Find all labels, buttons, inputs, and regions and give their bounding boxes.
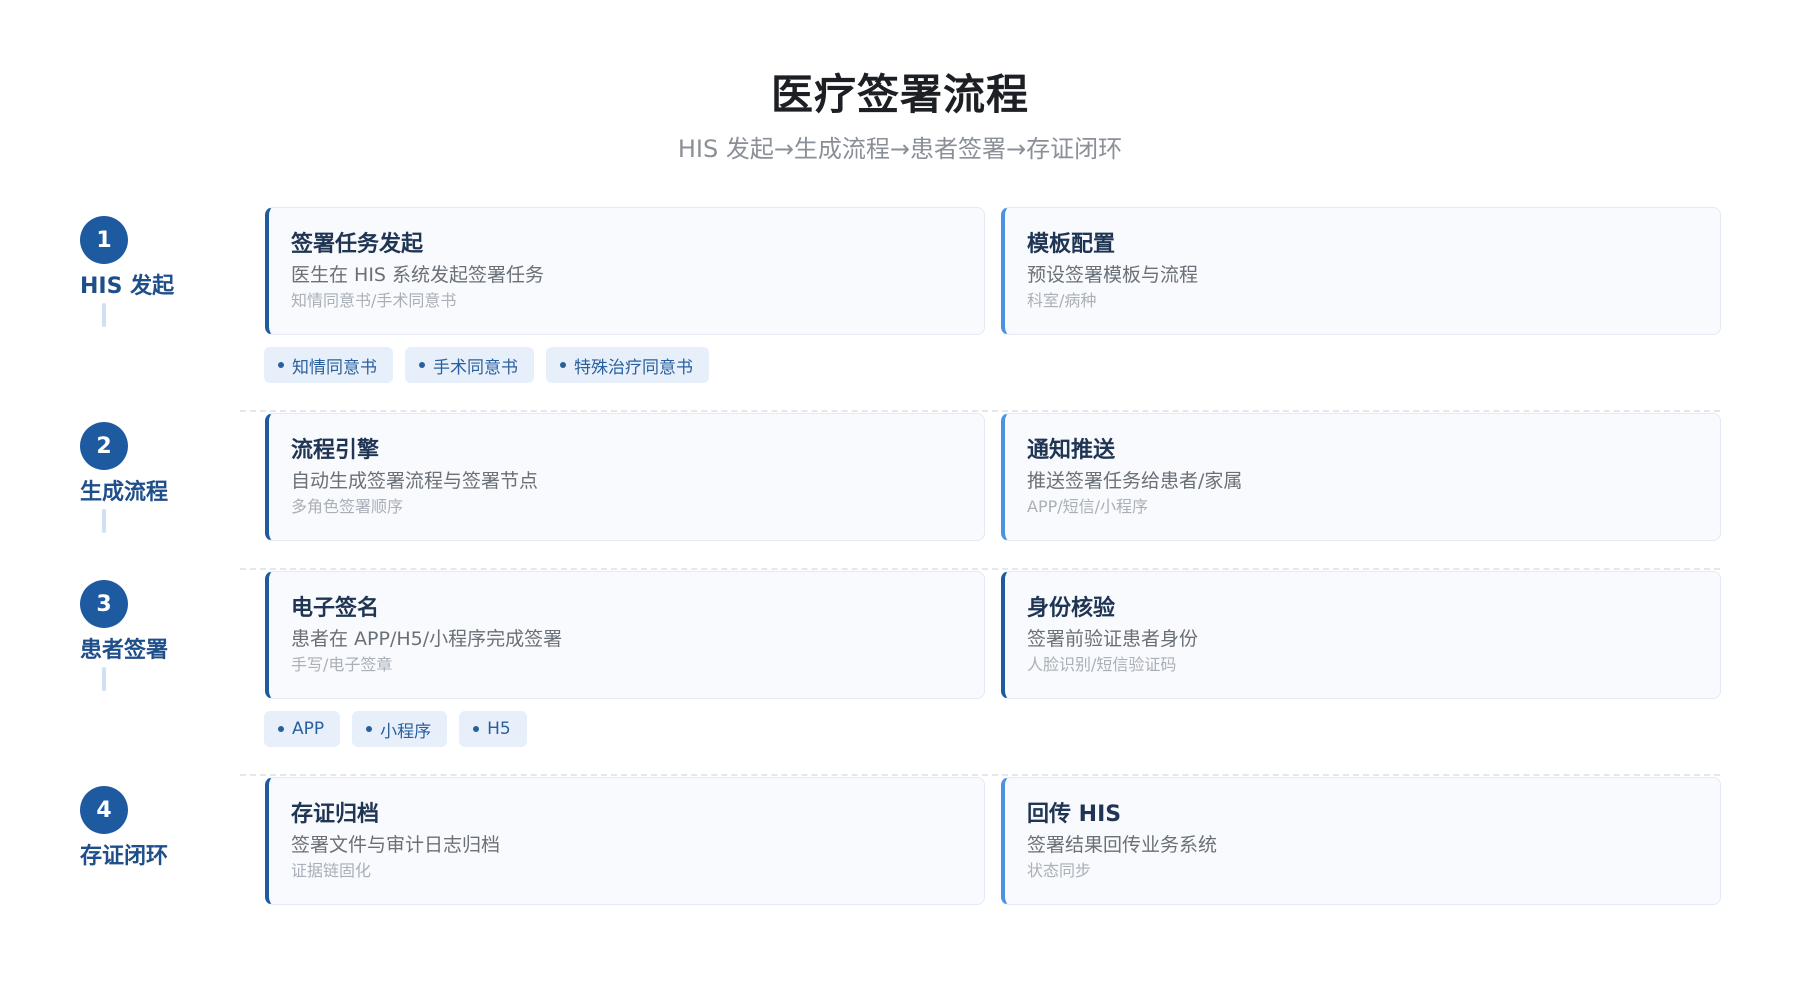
section-divider: [240, 774, 1720, 776]
card-note: APP/短信/小程序: [1027, 497, 1149, 516]
signing-flow-diagram: 医疗签署流程 HIS 发起→生成流程→患者签署→存证闭环 1 HIS 发起 签署…: [0, 0, 1800, 996]
card-flow-engine: 流程引擎 自动生成签署流程与签署节点 多角色签署顺序: [265, 413, 985, 541]
card-return-his: 回传 HIS 签署结果回传业务系统 状态同步: [1001, 777, 1721, 905]
card-description: 自动生成签署流程与签署节点: [291, 470, 539, 492]
card-title: 流程引擎: [291, 438, 380, 463]
channel-tags: APP 小程序 H5: [264, 711, 527, 747]
tag-label: APP: [292, 719, 325, 739]
card-note: 人脸识别/短信验证码: [1027, 655, 1177, 674]
tag-label: 手术同意书: [433, 357, 518, 378]
tag-label: 知情同意书: [292, 357, 377, 378]
card-title: 身份核验: [1027, 596, 1116, 621]
card-note: 证据链固化: [291, 861, 372, 880]
card-template-config: 模板配置 预设签署模板与流程 科室/病种: [1001, 207, 1721, 335]
bullet-icon: [366, 726, 373, 732]
page-subtitle: HIS 发起→生成流程→患者签署→存证闭环: [677, 135, 1123, 163]
bullet-icon: [473, 726, 480, 732]
card-description: 签署结果回传业务系统: [1027, 834, 1218, 856]
card-note: 状态同步: [1027, 861, 1092, 880]
step-name: 存证闭环: [80, 844, 169, 869]
card-description: 患者在 APP/H5/小程序完成签署: [291, 628, 563, 650]
step-name: 生成流程: [80, 480, 169, 505]
card-sign-task-initiate: 签署任务发起 医生在 HIS 系统发起签署任务 知情同意书/手术同意书: [265, 207, 985, 335]
document-type-tags: 知情同意书 手术同意书 特殊治疗同意书: [264, 347, 709, 383]
section-divider: [240, 568, 1720, 570]
step-connector: [102, 667, 106, 691]
card-title: 电子签名: [291, 596, 380, 621]
tag-chip: 小程序: [352, 711, 448, 747]
header: 医疗签署流程 HIS 发起→生成流程→患者签署→存证闭环: [0, 68, 1800, 164]
card-description: 预设签署模板与流程: [1027, 264, 1199, 286]
step-label: 3 患者签署: [80, 580, 220, 666]
card-title: 通知推送: [1027, 438, 1116, 463]
card-note: 手写/电子签章: [291, 655, 393, 674]
card-notification-push: 通知推送 推送签署任务给患者/家属 APP/短信/小程序: [1001, 413, 1721, 541]
step-connector: [102, 303, 106, 327]
card-description: 签署文件与审计日志归档: [291, 834, 501, 856]
step-number-badge: 4: [80, 786, 128, 834]
tag-chip: 手术同意书: [405, 347, 534, 383]
tag-label: 特殊治疗同意书: [574, 357, 693, 378]
tag-chip: APP: [264, 711, 341, 747]
step-number-badge: 3: [80, 580, 128, 628]
tag-label: 小程序: [380, 721, 432, 742]
tag-label: H5: [487, 719, 511, 739]
card-e-signature: 电子签名 患者在 APP/H5/小程序完成签署 手写/电子签章: [265, 571, 985, 699]
step-connector: [102, 509, 106, 533]
step-label: 4 存证闭环: [80, 786, 220, 872]
step-label: 1 HIS 发起: [80, 216, 220, 302]
tag-chip: 特殊治疗同意书: [546, 347, 709, 383]
card-description: 推送签署任务给患者/家属: [1027, 470, 1243, 492]
step-name: 患者签署: [80, 638, 169, 663]
bullet-icon: [278, 726, 284, 732]
card-note: 知情同意书/手术同意书: [291, 291, 457, 310]
step-number-badge: 2: [80, 422, 128, 470]
step-label: 2 生成流程: [80, 422, 220, 508]
section-divider: [240, 410, 1720, 412]
card-identity-verify: 身份核验 签署前验证患者身份 人脸识别/短信验证码: [1001, 571, 1721, 699]
card-note: 科室/病种: [1027, 291, 1097, 310]
card-description: 医生在 HIS 系统发起签署任务: [291, 264, 545, 286]
card-title: 回传 HIS: [1027, 802, 1122, 827]
step-name: HIS 发起: [80, 274, 175, 299]
card-title: 签署任务发起: [291, 232, 424, 257]
bullet-icon: [560, 362, 566, 368]
bullet-icon: [278, 362, 284, 368]
step-number-badge: 1: [80, 216, 128, 264]
page-title: 医疗签署流程: [770, 70, 1029, 119]
tag-chip: H5: [459, 711, 527, 747]
card-title: 模板配置: [1027, 232, 1116, 257]
card-title: 存证归档: [291, 802, 380, 827]
card-note: 多角色签署顺序: [291, 497, 404, 516]
tag-chip: 知情同意书: [264, 347, 393, 383]
bullet-icon: [419, 362, 425, 368]
card-description: 签署前验证患者身份: [1027, 628, 1199, 650]
card-evidence-archive: 存证归档 签署文件与审计日志归档 证据链固化: [265, 777, 985, 905]
